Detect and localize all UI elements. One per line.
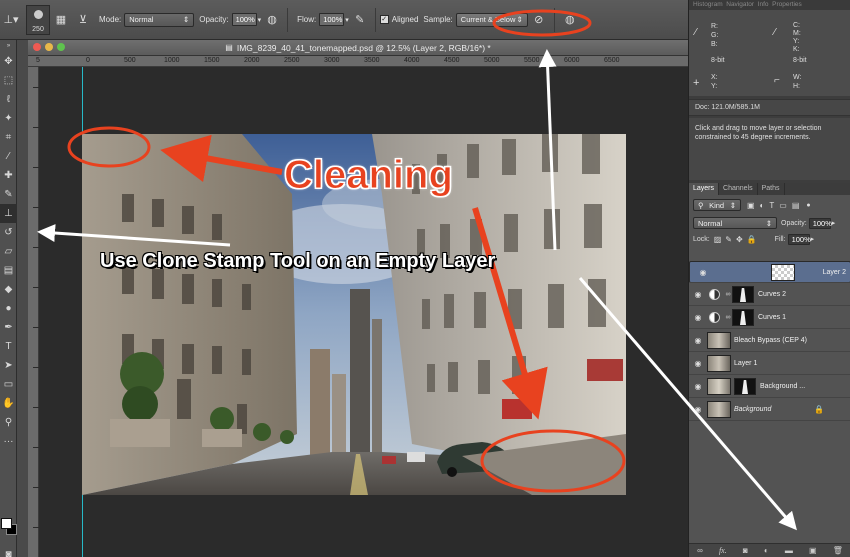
- annotation-caption: Use Clone Stamp Tool on an Empty Layer: [100, 250, 496, 272]
- white-arrow-to-tool: [37, 224, 231, 247]
- highlight-ellipse-bottom: [480, 429, 626, 493]
- red-arrow-down: [472, 207, 548, 420]
- foreground-color-swatch[interactable]: [1, 518, 12, 529]
- highlight-ellipse-sample: [492, 9, 592, 37]
- photoshop-window: ⊥▾ 250 ▦ ⊻ Mode: Normal ⇕ Opacity: 100% ▾…: [0, 0, 850, 557]
- white-arrow-to-new-layer: [578, 277, 797, 531]
- white-arrow-to-sample: [538, 49, 557, 251]
- annotation-overlay: [37, 9, 797, 531]
- red-arrow-left: [160, 134, 283, 183]
- annotation-heading: Cleaning: [284, 153, 454, 198]
- highlight-ellipse-top-left: [67, 126, 151, 168]
